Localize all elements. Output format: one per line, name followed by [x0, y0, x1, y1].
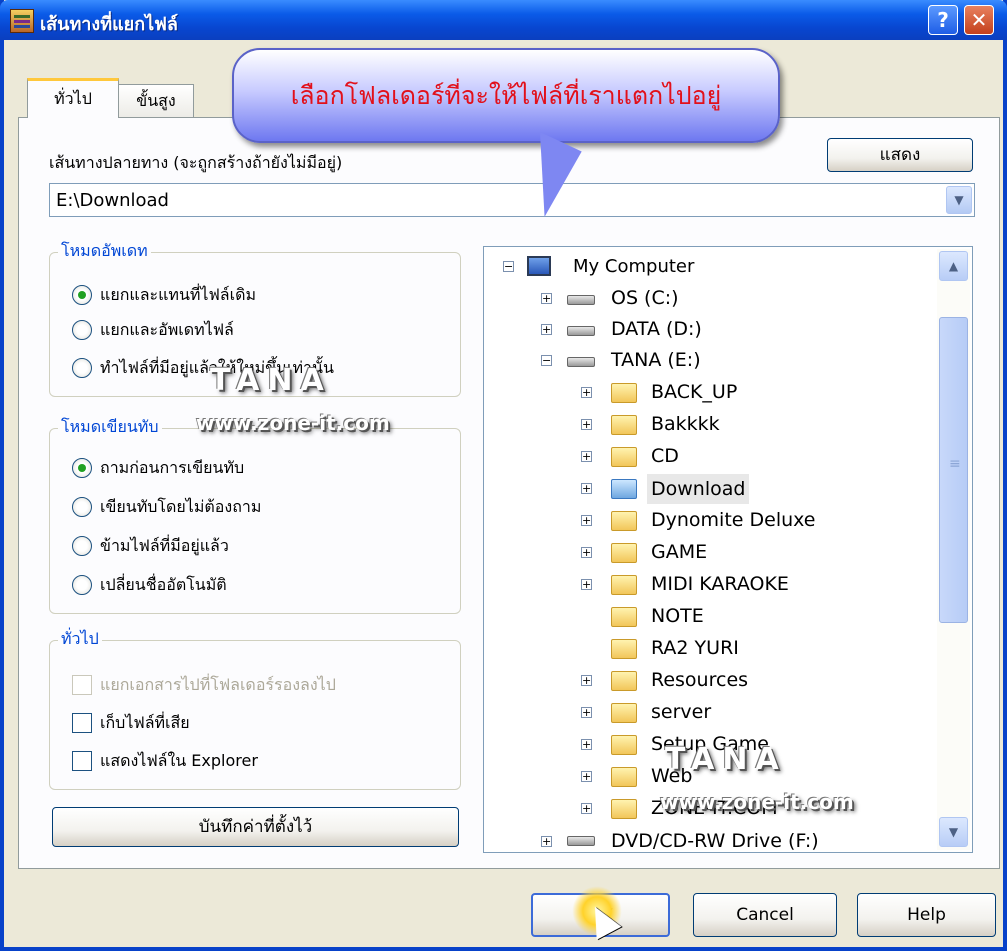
watermark-brand: TANA: [665, 742, 787, 777]
radio-label: เปลี่ยนชื่ออัตโนมัติ: [100, 575, 227, 594]
overwrite-mode-title: โหมดเขียนทับ: [58, 415, 162, 440]
tree-item-label: Bakkkk: [651, 413, 720, 435]
checkbox-label: แสดงไฟล์ใน Explorer: [100, 751, 258, 770]
tree-item-label: Dynomite Deluxe: [651, 509, 816, 531]
drive-icon: [567, 357, 595, 367]
checkbox-label: แยกเอกสารไปที่โฟลเดอร์รองลงไป: [100, 675, 336, 694]
tree-item-label: CD: [651, 445, 679, 467]
help-button[interactable]: Help: [857, 893, 996, 937]
tree-item-label: RA2 YURI: [651, 637, 739, 659]
expand-icon[interactable]: +: [581, 483, 592, 494]
chevron-up-icon[interactable]: ▲: [939, 251, 968, 281]
folder-icon: [611, 639, 637, 659]
expand-icon[interactable]: +: [541, 293, 552, 304]
save-settings-button[interactable]: บันทึกค่าที่ตั้งไว้: [52, 807, 459, 847]
checkbox-show-in-explorer[interactable]: [72, 751, 92, 771]
callout-text: เลือกโฟลเดอร์ที่จะให้ไฟล์ที่เราแตกไปอยู่: [290, 81, 722, 110]
folder-icon: [611, 735, 637, 755]
expand-icon[interactable]: +: [581, 419, 592, 430]
drive-icon: [567, 326, 595, 336]
expand-icon[interactable]: +: [581, 739, 592, 750]
folder-icon: [611, 575, 637, 595]
tree-item-label: TANA (E:): [611, 349, 701, 371]
folder-icon: [611, 511, 637, 531]
folder-icon: [611, 383, 637, 403]
chevron-down-icon[interactable]: ▼: [946, 186, 972, 214]
expand-icon[interactable]: +: [581, 675, 592, 686]
expand-icon[interactable]: +: [581, 515, 592, 526]
radio-label: แยกและอัพเดทไฟล์: [100, 320, 234, 339]
folder-icon: [611, 767, 637, 787]
optical-drive-icon: [567, 836, 595, 846]
expand-icon[interactable]: +: [581, 387, 592, 398]
folder-icon: [611, 447, 637, 467]
radio-label: ข้ามไฟล์ที่มีอยู่แล้ว: [100, 536, 229, 555]
callout-bubble: เลือกโฟลเดอร์ที่จะให้ไฟล์ที่เราแตกไปอยู่: [232, 48, 780, 143]
radio-label: แยกและแทนที่ไฟล์เดิม: [100, 285, 257, 304]
chevron-down-icon[interactable]: ▼: [939, 817, 968, 847]
folder-icon: [611, 671, 637, 691]
cancel-button[interactable]: Cancel: [693, 893, 837, 937]
radio-auto-rename[interactable]: [72, 575, 92, 595]
misc-title: ทั่วไป: [58, 627, 102, 652]
expand-icon[interactable]: +: [581, 771, 592, 782]
scrollbar-thumb[interactable]: [939, 317, 968, 623]
help-title-button[interactable]: ?: [928, 5, 958, 35]
expand-icon[interactable]: +: [581, 451, 592, 462]
radio-fresh-existing[interactable]: [72, 358, 92, 378]
folder-icon: [611, 799, 637, 819]
radio-ask-overwrite[interactable]: [72, 458, 92, 478]
checkbox-keep-broken[interactable]: [72, 713, 92, 733]
drive-icon: [567, 295, 595, 305]
tree-item-label: server: [651, 701, 712, 723]
tab-advanced[interactable]: ขั้นสูง: [118, 84, 194, 118]
tree-item-label: Download: [647, 474, 750, 504]
window-title: เส้นทางที่แยกไฟล์: [40, 14, 178, 35]
expand-icon[interactable]: +: [581, 547, 592, 558]
folder-icon: [611, 543, 637, 563]
tree-scrollbar[interactable]: ▲ ▼: [937, 249, 970, 850]
watermark-site: www.zone-it.com: [196, 411, 390, 435]
radio-extract-update[interactable]: [72, 320, 92, 340]
checkbox-label: เก็บไฟล์ที่เสีย: [100, 713, 190, 732]
show-button[interactable]: แสดง: [827, 138, 973, 172]
tree-item-label: DATA (D:): [611, 318, 702, 340]
radio-skip-existing[interactable]: [72, 536, 92, 556]
watermark-brand: TANA: [210, 363, 332, 398]
title-bar[interactable]: เส้นทางที่แยกไฟล์ ? ✕: [0, 0, 1007, 40]
radio-overwrite-no-prompt[interactable]: [72, 497, 92, 517]
collapse-icon[interactable]: −: [541, 355, 552, 366]
tree-item-label: OS (C:): [611, 287, 679, 309]
expand-icon[interactable]: +: [541, 836, 552, 847]
winrar-app-icon: [10, 9, 34, 33]
tree-item-label: MIDI KARAOKE: [651, 573, 789, 595]
computer-icon: [527, 256, 551, 276]
expand-icon[interactable]: +: [541, 324, 552, 335]
collapse-icon[interactable]: −: [503, 261, 514, 272]
tree-item-label: Resources: [651, 669, 749, 691]
update-mode-title: โหมดอัพเดท: [58, 239, 151, 264]
tree-item-label: DVD/CD-RW Drive (F:): [611, 830, 819, 852]
radio-extract-replace[interactable]: [72, 285, 92, 305]
folder-icon: [611, 703, 637, 723]
tree-item-label: GAME: [651, 541, 708, 563]
destination-path-value[interactable]: E:\Download: [56, 190, 169, 211]
folder-icon: [611, 415, 637, 435]
tree-item-label: BACK_UP: [651, 381, 738, 403]
checkbox-extract-subfolders[interactable]: [72, 675, 92, 695]
folder-icon: [611, 607, 637, 627]
watermark-site: www.zone-it.com: [660, 790, 854, 814]
destination-path-label: เส้นทางปลายทาง (จะถูกสร้างถ้ายังไม่มีอยู…: [49, 153, 343, 172]
radio-label: เขียนทับโดยไม่ต้องถาม: [100, 497, 262, 516]
close-button[interactable]: ✕: [964, 5, 994, 35]
expand-icon[interactable]: +: [581, 579, 592, 590]
expand-icon[interactable]: +: [581, 707, 592, 718]
tree-item-label: NOTE: [651, 605, 704, 627]
tab-general[interactable]: ทั่วไป: [27, 78, 119, 118]
expand-icon[interactable]: +: [581, 803, 592, 814]
shared-folder-icon: [611, 479, 637, 499]
tree-item-label: My Computer: [573, 256, 695, 277]
radio-label: ถามก่อนการเขียนทับ: [100, 458, 245, 477]
